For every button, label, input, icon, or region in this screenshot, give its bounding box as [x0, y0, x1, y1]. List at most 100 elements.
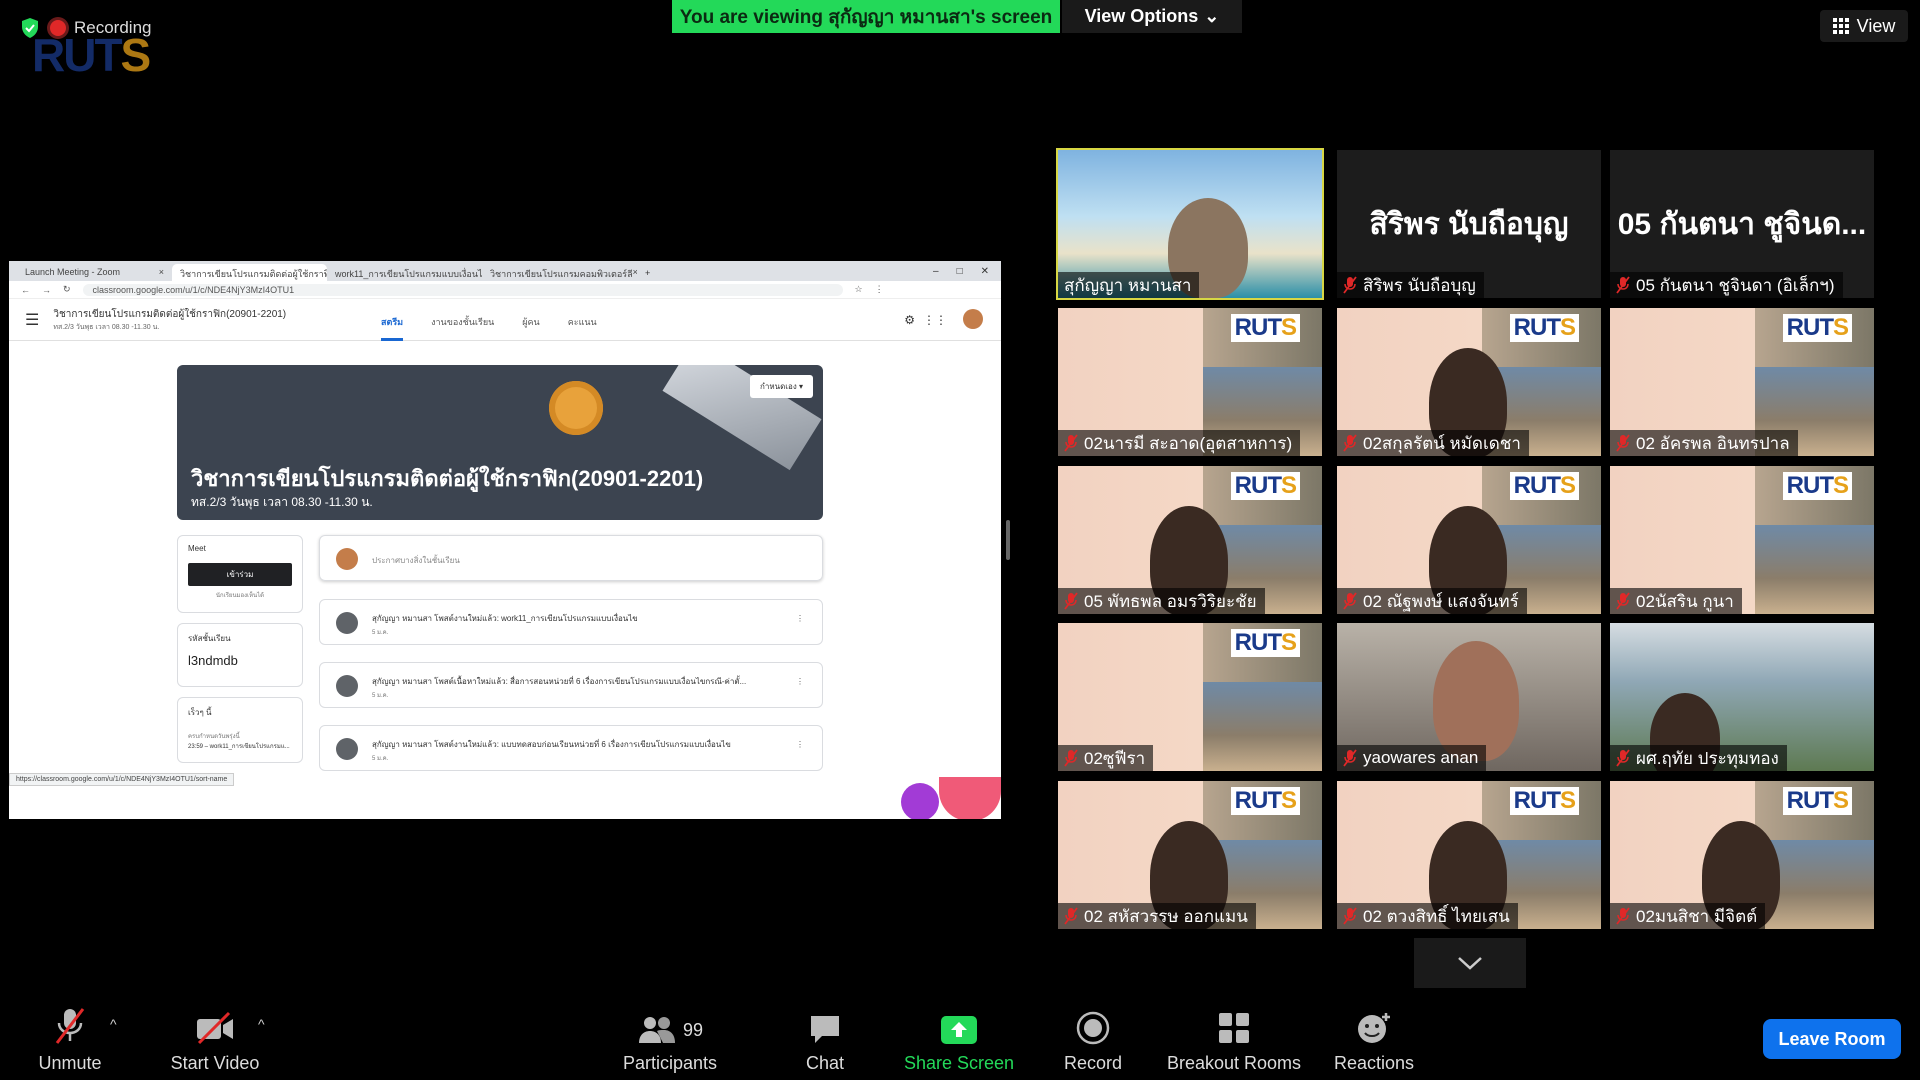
reactions-button[interactable]: Reactions [1330, 1002, 1418, 1074]
muted-mic-icon [1064, 434, 1078, 452]
menu-icon[interactable]: ⋮ [875, 284, 884, 295]
participant-tile[interactable]: RUTS 02ซูฟีรา [1058, 623, 1322, 771]
participant-tile[interactable]: RUTS 02มนสิชา มีจิตต์ [1610, 781, 1874, 929]
splitter-handle[interactable] [1006, 520, 1010, 560]
browser-tab[interactable]: work11_การเขียนโปรแกรมแบบเงื่อนไข× [327, 264, 482, 281]
participant-tile[interactable]: yaowares anan [1337, 623, 1601, 771]
minimize-icon[interactable]: – [933, 266, 939, 277]
muted-mic-icon [1064, 749, 1078, 767]
stream-post[interactable]: สุกัญญา หมานสา โพสต์งานใหม่แล้ว: work11_… [319, 599, 823, 645]
meet-note: นักเรียนมองเห็นได้ [215, 593, 265, 599]
upcoming-item[interactable]: 23:59 – work11_การเขียนโปรแกรมแ... [188, 741, 292, 751]
participant-tile[interactable]: 05 กันตนา ชูจินด... 05 กันตนา ชูจินดา (อิ… [1610, 150, 1874, 298]
gallery-next-page[interactable] [1414, 938, 1526, 988]
muted-mic-icon [1343, 749, 1357, 767]
participant-tile[interactable]: ผศ.ฤทัย ประทุมทอง [1610, 623, 1874, 771]
stream-post[interactable]: สุกัญญา หมานสา โพสต์เนื้อหาใหม่แล้ว: สื่… [319, 662, 823, 708]
avatar[interactable] [963, 309, 983, 329]
avatar [336, 548, 358, 570]
tab-grades[interactable]: คะแนน [568, 299, 597, 341]
apps-icon[interactable]: ⋮⋮ [923, 313, 947, 327]
rut-logo: RUTS [1230, 787, 1300, 815]
start-video-button[interactable]: Start Video [160, 1002, 270, 1074]
breakout-rooms-button[interactable]: Breakout Rooms [1160, 1002, 1308, 1074]
hamburger-icon[interactable]: ☰ [25, 310, 39, 330]
participant-name: 02นัสริน กูนา [1636, 591, 1734, 611]
close-window-icon[interactable]: ✕ [981, 266, 989, 277]
browser-tab[interactable]: Launch Meeting - Zoom × [17, 264, 172, 281]
participant-name-tag: 02ซูฟีรา [1058, 745, 1154, 771]
rut-logo: RUTS [1509, 787, 1579, 815]
leave-room-button[interactable]: Leave Room [1763, 1019, 1901, 1059]
viewing-banner: You are viewing สุกัญญา หมานสา's screen [672, 0, 1060, 33]
material-icon [336, 675, 358, 697]
announce-box[interactable]: ประกาศบางสิ่งในชั้นเรียน [319, 535, 823, 581]
browser-tab[interactable]: วิชาการเขียนโปรแกรมติดต่อผู้ใช้กราฟิ× [172, 264, 327, 281]
participant-tile[interactable]: RUTS 02 อัครพล อินทรปาล [1610, 308, 1874, 456]
class-title-block: วิชาการเขียนโปรแกรมติดต่อผู้ใช้กราฟิก(20… [53, 307, 286, 333]
participants-icon [638, 1017, 675, 1043]
rut-logo: RUTS [1782, 314, 1852, 342]
browser-tab[interactable]: วิชาการเขียนโปรแกรมคอมพิวเตอร์ลี × [482, 264, 637, 281]
unmute-label: Unmute [38, 1053, 102, 1073]
shared-screen[interactable]: Launch Meeting - Zoom × วิชาการเขียนโปรแก… [9, 261, 1001, 819]
record-button[interactable]: Record [1060, 1002, 1126, 1074]
tab-stream[interactable]: สตรีม [381, 299, 404, 341]
customize-button[interactable]: กำหนดเอง ▾ [750, 375, 813, 398]
more-icon[interactable]: ⋮ [796, 677, 804, 686]
reload-icon[interactable]: ↻ [63, 284, 71, 295]
participant-name-tag: 05 กันตนา ชูจินดา (อิเล็กฯ) [1610, 272, 1843, 298]
assignment-icon [336, 738, 358, 760]
participant-tile[interactable]: RUTS 02 ตวงสิทธิ์ ไทยเสน [1337, 781, 1601, 929]
view-options-button[interactable]: View Options ⌄ [1062, 0, 1242, 33]
tab-classwork[interactable]: งานของชั้นเรียน [431, 299, 494, 341]
audio-options-caret[interactable]: ^ [110, 1016, 117, 1032]
participants-button[interactable]: 99 Participants [615, 1002, 725, 1074]
video-options-caret[interactable]: ^ [258, 1016, 265, 1032]
url-field[interactable]: classroom.google.com/u/1/c/NDE4NjY3MzI4O… [82, 283, 843, 296]
forward-icon[interactable]: → [42, 285, 51, 295]
close-icon[interactable]: × [159, 267, 164, 278]
breakout-rooms-label: Breakout Rooms [1166, 1053, 1302, 1073]
muted-mic-icon [1616, 276, 1630, 294]
class-code-label: รหัสชั้นเรียน [188, 634, 231, 643]
participant-tile[interactable]: RUTS 02สกุลรัตน์ หมัดเดชา [1337, 308, 1601, 456]
participants-count: 99 [682, 1019, 704, 1040]
participant-name: yaowares anan [1363, 748, 1479, 767]
browser-tab-label: work11_การเขียนโปรแกรมแบบเงื่อนไข [335, 269, 482, 279]
participant-tile[interactable]: RUTS 05 พัทธพล อมรวิริยะชัย [1058, 466, 1322, 614]
muted-mic-icon [1616, 749, 1630, 767]
class-code[interactable]: l3ndmdb [188, 653, 292, 668]
more-icon[interactable]: ⋮ [796, 614, 804, 623]
participant-tile[interactable]: สุกัญญา หมานสา [1056, 148, 1324, 300]
new-tab-icon[interactable]: + [637, 268, 658, 281]
upcoming-card: เร็วๆ นี้ ครบกำหนดวันพรุ่งนี้ 23:59 – wo… [177, 697, 303, 763]
class-code-card: รหัสชั้นเรียน l3ndmdb [177, 623, 303, 687]
tab-people[interactable]: ผู้คน [522, 299, 539, 341]
star-icon[interactable]: ☆ [855, 284, 863, 295]
participant-tile[interactable]: สิริพร นับถือบุญ สิริพร นับถือบุญ [1337, 150, 1601, 298]
participant-name: 02นารมี สะอาด(อุตสาหการ) [1084, 433, 1293, 453]
participant-name-tag: 02มนสิชา มีจิตต์ [1610, 903, 1766, 929]
class-title[interactable]: วิชาการเขียนโปรแกรมติดต่อผู้ใช้กราฟิก(20… [53, 309, 286, 320]
back-icon[interactable]: ← [21, 285, 30, 295]
chevron-down-icon [1458, 957, 1482, 970]
participant-tile[interactable]: RUTS 02 ณัฐพงษ์ แสงจันทร์ [1337, 466, 1601, 614]
post-text: สุกัญญา หมานสา โพสต์งานใหม่แล้ว: work11_… [372, 614, 638, 623]
customize-label: กำหนดเอง [760, 382, 797, 391]
post-text: สุกัญญา หมานสา โพสต์งานใหม่แล้ว: แบบทดสอ… [372, 740, 731, 749]
participant-tile[interactable]: RUTS 02นารมี สะอาด(อุตสาหการ) [1058, 308, 1322, 456]
chat-button[interactable]: Chat [795, 1002, 855, 1074]
share-screen-button[interactable]: Share Screen [900, 1002, 1018, 1074]
participant-tile[interactable]: RUTS 02 สหัสวรรษ ออกแมน [1058, 781, 1322, 929]
unmute-button[interactable]: Unmute [30, 1002, 110, 1074]
participant-tile[interactable]: RUTS 02นัสริน กูนา [1610, 466, 1874, 614]
more-icon[interactable]: ⋮ [796, 740, 804, 749]
view-button[interactable]: View [1820, 10, 1908, 42]
join-button[interactable]: เข้าร่วม [188, 563, 292, 586]
gear-icon[interactable]: ⚙ [904, 313, 915, 327]
stream-post[interactable]: สุกัญญา หมานสา โพสต์งานใหม่แล้ว: แบบทดสอ… [319, 725, 823, 771]
participant-name: 02 สหัสวรรษ ออกแมน [1084, 906, 1248, 926]
participant-name: 02 ณัฐพงษ์ แสงจันทร์ [1363, 591, 1519, 611]
maximize-icon[interactable]: □ [957, 266, 963, 277]
